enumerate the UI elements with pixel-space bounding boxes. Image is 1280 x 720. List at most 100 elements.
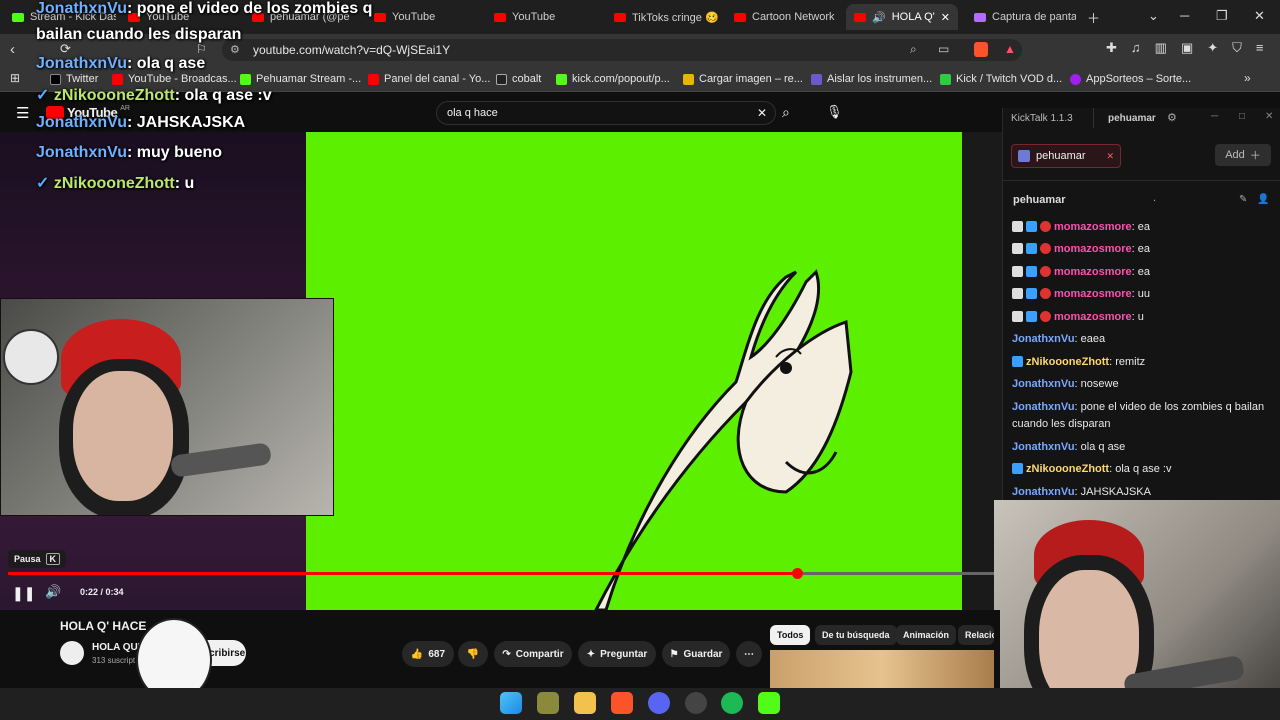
address-bar[interactable]: ⚙ youtube.com/watch?v=dQ-WjSEai1Y ⌕ ▭ ▲ bbox=[222, 39, 1022, 61]
chat-message: JonathxnVu: JAHSKAJSKA bbox=[1012, 486, 1151, 498]
search-input[interactable]: ola q hace ✕ bbox=[436, 101, 776, 125]
ask-button[interactable]: ✦ Preguntar bbox=[578, 641, 656, 667]
bookmark-icon[interactable]: ⚐ bbox=[196, 42, 207, 56]
extensions-icon[interactable]: ✚ bbox=[1106, 40, 1117, 56]
streamer-webcam-secondary bbox=[994, 500, 1280, 720]
microphone-icon[interactable]: 🎙 bbox=[826, 104, 843, 120]
sub-badge-icon bbox=[1012, 463, 1023, 474]
feather-icon bbox=[974, 12, 986, 22]
bookmark-youtube-broadcast[interactable]: YouTube - Broadcas... bbox=[112, 73, 237, 85]
mod-badge-icon bbox=[1012, 311, 1023, 322]
clear-search-icon[interactable]: ✕ bbox=[757, 106, 767, 120]
back-icon[interactable]: ‹ bbox=[10, 41, 15, 58]
site-info-icon[interactable]: ⚙ bbox=[230, 43, 240, 56]
tab-youtube-2[interactable]: YouTube bbox=[366, 4, 484, 30]
chip-related[interactable]: Relacio bbox=[958, 625, 994, 645]
video-player[interactable] bbox=[306, 132, 962, 610]
overlay-chat-line: JonathxnVu: JAHSKAJSKA bbox=[36, 114, 246, 131]
close-window-icon[interactable]: ✕ bbox=[1254, 8, 1265, 24]
brave-shield-icon[interactable] bbox=[974, 42, 988, 57]
maximize-icon[interactable]: ❐ bbox=[1216, 8, 1228, 24]
vod-icon bbox=[940, 73, 951, 85]
dislike-button[interactable]: 👎 bbox=[458, 641, 488, 667]
kick-icon bbox=[240, 73, 251, 85]
bookmark-cargar-imagen[interactable]: Cargar imagen – re... bbox=[683, 73, 803, 85]
youtube-icon bbox=[368, 73, 379, 85]
sidebar-icon[interactable]: ▥ bbox=[1155, 40, 1167, 56]
progress-bar-played bbox=[8, 572, 797, 575]
hamburger-menu-icon[interactable]: ☰ bbox=[16, 104, 29, 122]
bookmark-pehuamar-stream[interactable]: Pehuamar Stream -... bbox=[240, 73, 361, 85]
chip-all[interactable]: Todos bbox=[770, 625, 811, 645]
more-actions-button[interactable]: ⋯ bbox=[736, 641, 762, 667]
bookmark-appsorteos[interactable]: AppSorteos – Sorte... bbox=[1070, 73, 1191, 85]
tab-youtube-3[interactable]: YouTube bbox=[486, 4, 604, 30]
brave-rewards-icon[interactable]: ▲ bbox=[1004, 42, 1016, 56]
channel-tab-pehuamar[interactable]: pehuamar ✕ bbox=[1011, 144, 1121, 168]
mod-badge-icon bbox=[1012, 266, 1023, 277]
bookmark-kick-popout[interactable]: kick.com/popout/p... bbox=[556, 73, 670, 85]
tab-hola-q-hace[interactable]: 🔊 HOLA Q' ✕ bbox=[846, 4, 958, 30]
url-text: youtube.com/watch?v=dQ-WjSEai1Y bbox=[253, 43, 451, 57]
search-icon[interactable]: ⌕ bbox=[782, 104, 790, 121]
apps-grid-icon[interactable]: ⊞ bbox=[10, 71, 20, 85]
save-button[interactable]: ⚑ Guardar bbox=[662, 641, 730, 667]
minimize-icon[interactable]: ─ bbox=[1211, 111, 1218, 122]
windows-start-icon[interactable] bbox=[500, 692, 522, 714]
wallet-icon[interactable]: ▣ bbox=[1181, 40, 1193, 56]
maximize-icon[interactable]: □ bbox=[1239, 111, 1245, 122]
minimize-icon[interactable]: ─ bbox=[1180, 8, 1189, 23]
share-button[interactable]: ↷ Compartir bbox=[494, 641, 572, 667]
app-icon[interactable] bbox=[537, 692, 559, 714]
menu-icon[interactable]: ≡ bbox=[1256, 40, 1264, 56]
bookmark-cobalt[interactable]: cobalt bbox=[496, 73, 541, 85]
recommended-video-thumbnail[interactable] bbox=[770, 650, 994, 688]
channel-avatar[interactable] bbox=[60, 641, 84, 665]
chip-from-search[interactable]: De tu búsqueda bbox=[815, 625, 897, 645]
bookmark-panel-canal[interactable]: Panel del canal - Yo... bbox=[368, 73, 490, 85]
new-tab-icon[interactable]: ＋ bbox=[1087, 8, 1100, 27]
sub-badge-icon bbox=[1026, 266, 1037, 277]
chat-message: zNikoooneZhott: ola q ase :v bbox=[1012, 461, 1274, 478]
chat-message: JonathxnVu: eaea bbox=[1012, 333, 1106, 345]
vpn-icon[interactable]: ⛉ bbox=[1232, 40, 1242, 56]
file-explorer-icon[interactable] bbox=[574, 692, 596, 714]
brave-icon[interactable] bbox=[611, 692, 633, 714]
tab-tiktoks-cringe[interactable]: TikToks cringe 🥴 bbox=[606, 4, 724, 30]
bookmark-kick-twitch-vod[interactable]: Kick / Twitch VOD d... bbox=[940, 73, 1062, 85]
pencil-icon[interactable]: ✎ bbox=[1239, 194, 1247, 205]
chat-message: momazosmore: u bbox=[1012, 309, 1274, 326]
sub-badge-icon bbox=[1012, 356, 1023, 367]
obs-icon[interactable] bbox=[685, 692, 707, 714]
tab-captura[interactable]: Captura de panta bbox=[966, 4, 1076, 30]
kick-icon[interactable] bbox=[758, 692, 780, 714]
leo-icon[interactable]: ✦ bbox=[1207, 40, 1218, 56]
close-tab-icon[interactable]: ✕ bbox=[1106, 151, 1114, 162]
account-name[interactable]: pehuamar bbox=[1108, 113, 1156, 124]
user-icon[interactable]: 👤 bbox=[1257, 194, 1269, 205]
settings-icon[interactable]: ⚙ bbox=[1167, 111, 1177, 124]
zoom-icon[interactable]: ⌕ bbox=[910, 42, 917, 57]
progress-scrubber[interactable] bbox=[791, 568, 803, 579]
youtube-icon bbox=[112, 73, 123, 85]
chip-animation[interactable]: Animación bbox=[896, 625, 957, 645]
pause-icon[interactable]: ❚❚ bbox=[12, 585, 35, 602]
add-channel-button[interactable]: Add ＋ bbox=[1215, 144, 1271, 166]
tab-cartoon-network[interactable]: Cartoon Network bbox=[726, 4, 844, 30]
tab-list-icon[interactable]: ⌄ bbox=[1148, 8, 1159, 24]
kick-icon bbox=[12, 12, 24, 22]
music-icon[interactable]: ♫ bbox=[1131, 40, 1141, 56]
spotify-icon[interactable] bbox=[721, 692, 743, 714]
discord-icon[interactable] bbox=[648, 692, 670, 714]
bookmark-aislar-instrumentos[interactable]: Aislar los instrumen... bbox=[811, 73, 932, 85]
youtube-icon bbox=[374, 12, 386, 22]
more-bookmarks-icon[interactable]: » bbox=[1244, 71, 1251, 85]
bookmark-twitter[interactable]: Twitter bbox=[50, 73, 98, 85]
close-icon[interactable]: ✕ bbox=[1265, 111, 1273, 122]
volume-icon[interactable]: 🔊 bbox=[45, 584, 61, 600]
youtube-icon bbox=[614, 12, 626, 22]
time-display: 0:22 / 0:34 bbox=[80, 587, 124, 597]
close-tab-icon[interactable]: ✕ bbox=[941, 11, 950, 24]
cast-icon[interactable]: ▭ bbox=[938, 42, 949, 56]
like-button[interactable]: 👍 687 bbox=[402, 641, 454, 667]
